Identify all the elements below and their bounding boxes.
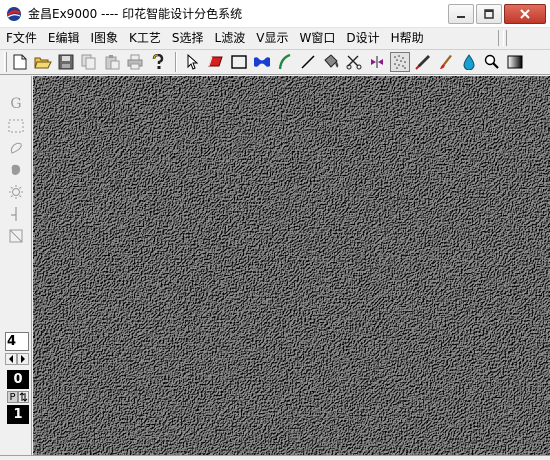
pen-icon (415, 55, 430, 70)
line-tool-button[interactable] (298, 52, 318, 72)
minimize-icon (457, 16, 465, 18)
spray-tool-button[interactable] (390, 52, 410, 72)
fill-tool-button[interactable] (321, 52, 341, 72)
sun-tool-button[interactable] (6, 182, 26, 202)
menu-edit[interactable]: E编辑 (42, 28, 85, 48)
menu-help[interactable]: H帮助 (385, 28, 429, 48)
menu-bar: F文件 E编辑 I图象 K工艺 S选择 L滤波 V显示 W窗口 D设计 H帮助 (0, 28, 550, 48)
gradient-icon (507, 55, 523, 69)
curve-icon (278, 54, 291, 70)
rectangle-tool-button[interactable] (229, 52, 249, 72)
app-logo-icon (6, 6, 22, 22)
swap-arrows-icon (19, 392, 28, 402)
blob-icon (11, 164, 21, 175)
toolbar (0, 49, 550, 75)
crop-icon (9, 229, 23, 243)
select-arrow-icon (187, 54, 199, 70)
toolbar-separator (175, 52, 177, 72)
pen-tool-button[interactable] (413, 52, 433, 72)
text-tool-label: G (10, 96, 22, 112)
background-color-index[interactable]: 1 (7, 405, 29, 424)
lasso-tool-button[interactable] (6, 138, 26, 158)
minimize-button[interactable] (448, 4, 474, 24)
save-button[interactable] (56, 52, 76, 72)
design-canvas[interactable] (33, 76, 550, 455)
line-icon (301, 55, 315, 69)
open-file-button[interactable] (33, 52, 53, 72)
new-file-button[interactable] (10, 52, 30, 72)
print-button[interactable] (125, 52, 145, 72)
new-file-icon (13, 54, 27, 70)
menu-select[interactable]: S选择 (166, 28, 209, 48)
marquee-select-icon (8, 119, 24, 133)
brush-size-increase[interactable] (17, 353, 29, 365)
spray-icon (394, 55, 406, 69)
menu-divider (506, 30, 508, 46)
paste-button[interactable] (102, 52, 122, 72)
left-tool-panel: G 4 0 P 1 (0, 76, 32, 455)
menu-filter[interactable]: L滤波 (209, 28, 251, 48)
window-controls (446, 4, 546, 24)
scissors-icon (346, 55, 362, 70)
lasso-icon (10, 142, 22, 154)
menu-window[interactable]: W窗口 (293, 28, 340, 48)
magic-wand-tool-button[interactable] (6, 160, 26, 180)
foreground-color-index[interactable]: 0 (7, 370, 29, 389)
eraser-icon (208, 56, 223, 67)
copy-icon (81, 54, 96, 70)
menu-image[interactable]: I图象 (85, 28, 124, 48)
menu-file[interactable]: F文件 (0, 28, 42, 48)
rectangle-icon (231, 55, 247, 69)
arrow-right-icon (21, 355, 25, 363)
menu-view[interactable]: V显示 (250, 28, 293, 48)
canvas-texture (33, 76, 550, 455)
close-icon (520, 9, 530, 19)
menu-design[interactable]: D设计 (340, 28, 384, 48)
menu-process[interactable]: K工艺 (123, 28, 166, 48)
curve-tool-button[interactable] (275, 52, 295, 72)
anchor-tool-button[interactable] (6, 204, 26, 224)
brush-tool-button[interactable] (436, 52, 456, 72)
copy-button[interactable] (79, 52, 99, 72)
brush-size-field[interactable]: 4 (5, 332, 29, 351)
help-icon (152, 54, 164, 69)
mirror-icon (371, 56, 383, 68)
gradient-tool-button[interactable] (505, 52, 525, 72)
maximize-icon (484, 9, 494, 19)
sun-icon (9, 185, 23, 199)
marquee-tool-button[interactable] (6, 116, 26, 136)
print-icon (127, 54, 143, 70)
select-tool-button[interactable] (183, 52, 203, 72)
water-drop-tool-button[interactable] (459, 52, 479, 72)
menu-divider (498, 30, 504, 46)
mask-icon (254, 57, 270, 67)
status-strip (0, 455, 550, 460)
brush-icon (440, 55, 452, 69)
close-button[interactable] (504, 4, 546, 24)
text-tool-button[interactable]: G (6, 94, 26, 114)
fill-bucket-icon (324, 54, 339, 68)
brush-size-decrease[interactable] (5, 353, 17, 365)
eraser-tool-button[interactable] (206, 52, 226, 72)
open-folder-icon (34, 57, 52, 69)
toolbar-grip[interactable] (4, 52, 7, 72)
anchor-point-icon (11, 207, 17, 221)
p-toggle[interactable]: P (7, 391, 18, 403)
maximize-button[interactable] (476, 4, 502, 24)
scissors-tool-button[interactable] (344, 52, 364, 72)
paste-icon (105, 55, 120, 70)
help-button[interactable] (148, 52, 168, 72)
mask-tool-button[interactable] (252, 52, 272, 72)
arrow-left-icon (9, 355, 13, 363)
save-icon (58, 54, 74, 70)
window-title: 金昌Ex9000 ---- 印花智能设计分色系统 (28, 7, 243, 21)
title-bar: 金昌Ex9000 ---- 印花智能设计分色系统 (0, 0, 550, 28)
crop-tool-button[interactable] (6, 226, 26, 246)
swap-colors-button[interactable] (18, 391, 29, 403)
zoom-tool-button[interactable] (482, 52, 502, 72)
zoom-icon (484, 54, 499, 69)
water-drop-icon (463, 54, 475, 70)
mirror-tool-button[interactable] (367, 52, 387, 72)
